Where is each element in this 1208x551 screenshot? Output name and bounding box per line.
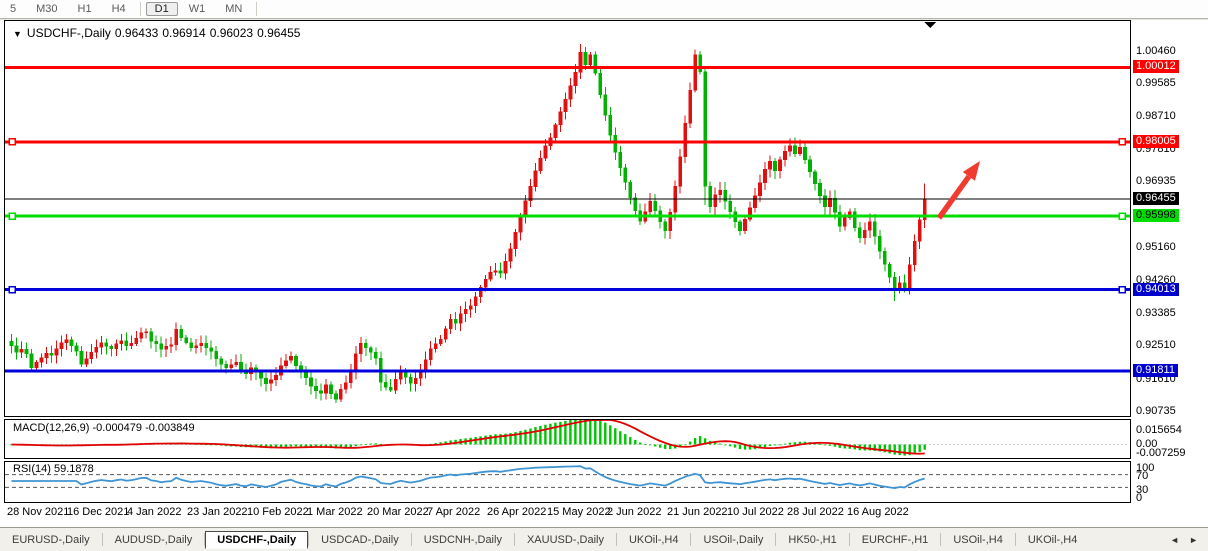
price-axis-tick: 0.92510 xyxy=(1136,339,1176,351)
time-axis-label: 16 Dec 2021 xyxy=(67,506,129,518)
chart-title: ▼ USDCHF-,Daily 0.96433 0.96914 0.96023 0.964… xyxy=(13,26,304,40)
candlestick-chart[interactable] xyxy=(5,21,1130,416)
symbol-tab-eurchf[interactable]: EURCHF-,H1 xyxy=(850,531,941,549)
rsi-axis-tick: 70 xyxy=(1136,470,1148,482)
timeframe-button-h4[interactable]: H4 xyxy=(103,2,135,16)
macd-signal-value: -0.003849 xyxy=(145,422,195,434)
price-line-badge: 0.94013 xyxy=(1133,283,1179,296)
macd-axis-tick: 0.015654 xyxy=(1136,424,1182,436)
timeframe-button-w1[interactable]: W1 xyxy=(180,2,215,16)
timeframe-button-mn[interactable]: MN xyxy=(216,2,251,16)
price-axis-tick: 0.90735 xyxy=(1136,405,1176,417)
price-line-badge: 0.98005 xyxy=(1133,135,1179,148)
ohlc-close: 0.96455 xyxy=(257,26,300,40)
macd-indicator-label: MACD(12,26,9) -0.000479 -0.003849 xyxy=(13,422,195,434)
price-axis-tick: 0.99585 xyxy=(1136,77,1176,89)
chart-symbol-label: USDCHF-,Daily xyxy=(27,26,111,40)
macd-main-value: -0.000479 xyxy=(92,422,142,434)
chart-canvas[interactable]: ▼ USDCHF-,Daily 0.96433 0.96914 0.96023 0.964… xyxy=(4,20,1131,417)
symbol-tab-usoil[interactable]: USOil-,Daily xyxy=(691,531,775,549)
price-axis-tick: 0.93385 xyxy=(1136,307,1176,319)
symbol-tab-hk50[interactable]: HK50-,H1 xyxy=(776,531,848,549)
mt4-window: { "toolbar": { "timeframes": ["5", "M30"… xyxy=(0,0,1208,550)
time-axis-label: 10 Jul 2022 xyxy=(727,506,784,518)
time-axis-label: 26 Apr 2022 xyxy=(487,506,546,518)
rsi-panel[interactable]: RSI(14) 59.1878 xyxy=(4,461,1131,503)
symbol-tab-usoil[interactable]: USOil-,H4 xyxy=(941,531,1015,549)
time-axis-label: 7 Apr 2022 xyxy=(427,506,480,518)
timeframe-button-m30[interactable]: M30 xyxy=(27,2,66,16)
symbol-tab-bar: EURUSD-,DailyAUDUSD-,DailyUSDCHF-,DailyU… xyxy=(0,527,1208,551)
ohlc-low: 0.96023 xyxy=(210,26,253,40)
macd-axis: 0.0156540.00-0.007259 xyxy=(1133,419,1208,459)
symbol-tab-audusd[interactable]: AUDUSD-,Daily xyxy=(103,531,205,549)
rsi-axis: 10070300 xyxy=(1133,461,1208,503)
time-axis-label: 28 Jul 2022 xyxy=(787,506,844,518)
price-line-badge: 1.00012 xyxy=(1133,60,1179,73)
price-line-badge: 0.95998 xyxy=(1133,209,1179,222)
time-axis-label: 10 Feb 2022 xyxy=(247,506,309,518)
timeframe-button-d1[interactable]: D1 xyxy=(146,2,178,16)
symbol-tab-xauusd[interactable]: XAUUSD-,Daily xyxy=(515,531,616,549)
macd-panel[interactable]: MACD(12,26,9) -0.000479 -0.003849 xyxy=(4,419,1131,459)
timeframe-button-5[interactable]: 5 xyxy=(1,2,25,16)
toolbar-separator xyxy=(140,2,141,16)
price-axis-tick: 0.96935 xyxy=(1136,175,1176,187)
price-axis-tick: 1.00460 xyxy=(1136,45,1176,57)
timeframe-button-h1[interactable]: H1 xyxy=(69,2,101,16)
rsi-value: 59.1878 xyxy=(54,463,94,475)
time-axis-label: 2 Jun 2022 xyxy=(607,506,661,518)
time-axis-label: 23 Jan 2022 xyxy=(187,506,248,518)
tab-scroll-right-icon[interactable]: ► xyxy=(1189,535,1198,545)
rsi-chart xyxy=(5,462,1128,500)
symbol-tab-ukoil[interactable]: UKOil-,H4 xyxy=(617,531,691,549)
symbol-tab-eurusd[interactable]: EURUSD-,Daily xyxy=(0,531,102,549)
time-axis-label: 15 May 2022 xyxy=(547,506,611,518)
macd-axis-tick: -0.007259 xyxy=(1136,447,1186,459)
symbol-tab-usdcnh[interactable]: USDCNH-,Daily xyxy=(412,531,514,549)
timeframe-toolbar: 5M30H1H4 D1W1MN xyxy=(0,0,1208,19)
time-axis-label: 1 Mar 2022 xyxy=(307,506,363,518)
price-axis[interactable]: 1.004600.995850.987100.978100.969350.951… xyxy=(1133,20,1208,417)
rsi-indicator-label: RSI(14) 59.1878 xyxy=(13,463,94,475)
price-axis-tick: 0.98710 xyxy=(1136,110,1176,122)
price-line-badge: 0.91811 xyxy=(1133,364,1178,377)
symbol-tab-usdcad[interactable]: USDCAD-,Daily xyxy=(309,531,411,549)
tab-scroll-left-icon[interactable]: ◄ xyxy=(1170,535,1179,545)
ohlc-high: 0.96914 xyxy=(162,26,205,40)
rsi-axis-tick: 0 xyxy=(1136,492,1142,504)
time-axis-label: 28 Nov 2021 xyxy=(7,506,69,518)
collapse-chart-icon[interactable]: ▼ xyxy=(13,29,22,39)
symbol-tab-usdchf[interactable]: USDCHF-,Daily xyxy=(205,531,308,549)
time-axis-label: 4 Jan 2022 xyxy=(127,506,181,518)
ohlc-open: 0.96433 xyxy=(115,26,158,40)
toolbar-separator xyxy=(256,2,257,16)
time-axis[interactable]: 28 Nov 202116 Dec 20214 Jan 2022 23 Jan 2… xyxy=(4,506,1204,522)
price-line-badge: 0.96455 xyxy=(1133,192,1179,205)
time-axis-label: 16 Aug 2022 xyxy=(847,506,909,518)
symbol-tab-ukoil[interactable]: UKOil-,H4 xyxy=(1016,531,1090,549)
time-axis-label: 21 Jun 2022 xyxy=(667,506,728,518)
price-axis-tick: 0.95160 xyxy=(1136,241,1176,253)
time-axis-label: 20 Mar 2022 xyxy=(367,506,429,518)
